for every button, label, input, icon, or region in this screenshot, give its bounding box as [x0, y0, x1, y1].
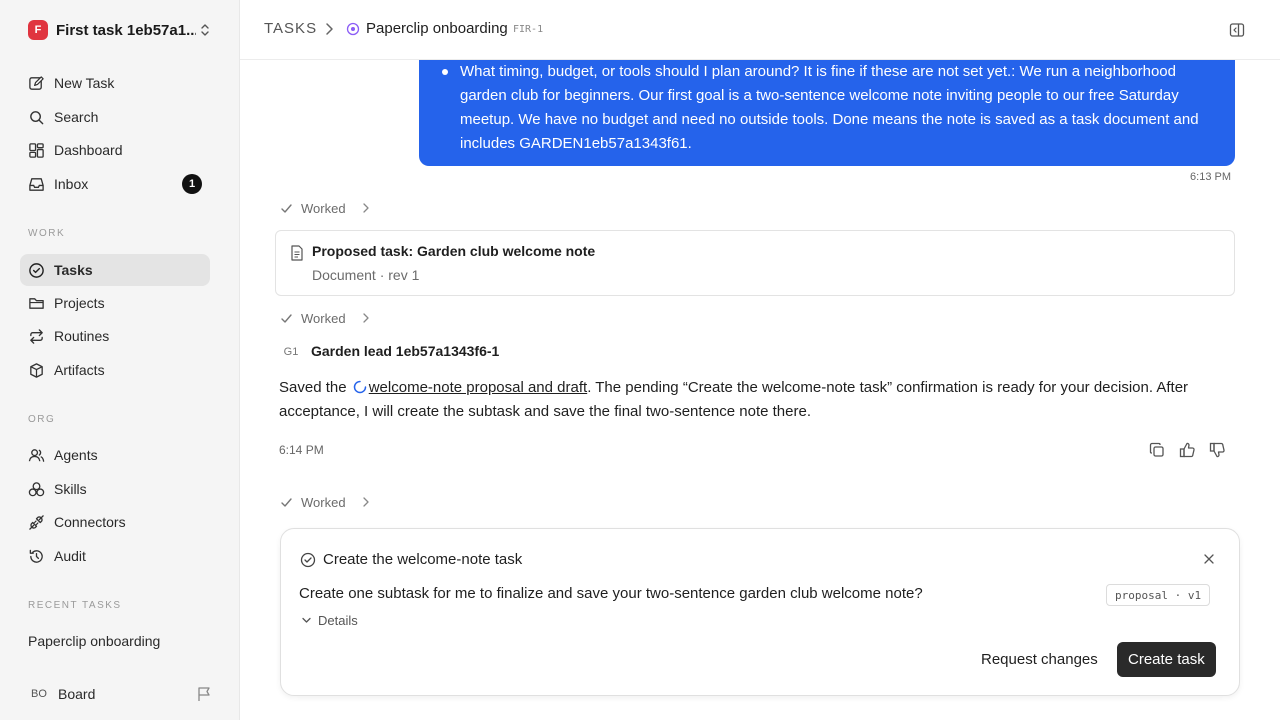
tasks-icon — [29, 262, 44, 278]
document-subtitle: Document · rev 1 — [312, 267, 420, 283]
worked-label: Worked — [301, 494, 346, 510]
new-task-icon — [29, 75, 44, 90]
sidebar-item-projects[interactable]: Projects — [20, 287, 210, 319]
sidebar: F First task 1eb57a1... New Task Search … — [0, 0, 240, 720]
sidebar-item-dashboard[interactable]: Dashboard — [20, 134, 210, 166]
document-card[interactable]: Proposed task: Garden club welcome note … — [275, 230, 1235, 296]
breadcrumb-tasks[interactable]: TASKS — [264, 20, 317, 37]
board-name: Board — [58, 686, 96, 702]
proposal-link[interactable]: welcome-note proposal and draft — [369, 379, 587, 396]
details-label: Details — [318, 613, 358, 628]
request-changes-button[interactable]: Request changes — [971, 642, 1108, 677]
workspace-logo: F — [28, 20, 48, 40]
worked-toggle[interactable]: Worked — [280, 200, 370, 216]
sidebar-item-new-task[interactable]: New Task — [20, 67, 210, 99]
thumbs-down-icon[interactable] — [1209, 442, 1225, 458]
check-icon — [281, 497, 292, 507]
confirmation-question: Create one subtask for me to finalize an… — [299, 585, 923, 602]
worked-label: Worked — [301, 310, 346, 326]
confirmation-card: Create the welcome-note task Create one … — [280, 528, 1240, 696]
workspace-name: First task 1eb57a1... — [56, 21, 196, 39]
copy-icon[interactable] — [1149, 442, 1165, 458]
section-label-org: ORG — [28, 414, 56, 425]
sidebar-item-label: Routines — [54, 328, 110, 344]
details-toggle[interactable]: Details — [301, 613, 358, 628]
chevron-right-icon — [326, 23, 333, 35]
search-icon — [30, 110, 44, 124]
chevron-right-icon — [362, 203, 369, 213]
toggle-panel-icon[interactable] — [1229, 22, 1245, 38]
flag-icon[interactable] — [196, 686, 212, 702]
header: TASKS Paperclip onboarding FIR-1 — [240, 0, 1280, 60]
sidebar-item-connectors[interactable]: Connectors — [20, 506, 210, 538]
users-icon — [28, 448, 45, 462]
page-title: Paperclip onboarding — [366, 20, 508, 37]
task-key: FIR-1 — [513, 24, 544, 35]
sidebar-item-audit[interactable]: Audit — [20, 540, 210, 572]
sidebar-item-label: Projects — [54, 295, 105, 311]
agent-avatar: G1 — [283, 346, 299, 358]
agent-message: Saved the welcome-note proposal and draf… — [279, 376, 1239, 424]
box-icon — [30, 362, 43, 378]
sidebar-item-skills[interactable]: Skills — [20, 473, 210, 505]
sidebar-item-label: Dashboard — [54, 142, 123, 158]
close-icon[interactable] — [1203, 553, 1215, 565]
proposal-version-tag: proposal · v1 — [1106, 584, 1211, 606]
document-icon — [291, 245, 303, 261]
plug-icon — [29, 514, 44, 530]
chevron-right-icon — [362, 313, 369, 323]
sidebar-item-search[interactable]: Search — [20, 101, 210, 133]
sidebar-item-label: Connectors — [54, 514, 126, 530]
workspace-switcher[interactable]: F First task 1eb57a1... — [28, 19, 212, 41]
create-task-button[interactable]: Create task — [1117, 642, 1216, 677]
loading-spinner-icon — [353, 380, 366, 394]
sidebar-item-label: Tasks — [54, 262, 93, 278]
sidebar-item-label: Skills — [54, 481, 87, 497]
message-timestamp: 6:14 PM — [279, 443, 324, 457]
message-timestamp: 6:13 PM — [1190, 171, 1231, 183]
inbox-count-badge: 1 — [182, 174, 202, 194]
check-icon — [281, 203, 292, 213]
user-message-text: What timing, budget, or tools should I p… — [442, 60, 1219, 156]
inbox-icon — [29, 177, 44, 191]
sidebar-item-label: Artifacts — [54, 362, 105, 378]
skills-icon — [28, 481, 45, 496]
section-label-recent: RECENT TASKS — [28, 600, 122, 611]
sidebar-item-label: Agents — [54, 447, 98, 463]
status-circle-icon — [346, 22, 360, 36]
recent-task-item[interactable]: Paperclip onboarding — [28, 633, 160, 649]
repeat-icon — [30, 328, 43, 344]
sidebar-item-agents[interactable]: Agents — [20, 439, 210, 471]
board-user[interactable]: BO Board — [28, 683, 212, 705]
thumbs-up-icon[interactable] — [1179, 442, 1195, 458]
history-icon — [29, 549, 43, 563]
check-circle-icon — [300, 552, 316, 568]
confirmation-title: Create the welcome-note task — [323, 551, 523, 568]
agent-name: Garden lead 1eb57a1343f6-1 — [311, 343, 500, 359]
sidebar-item-label: New Task — [54, 75, 115, 91]
check-icon — [281, 313, 292, 323]
folder-icon — [29, 297, 44, 309]
chevron-right-icon — [362, 497, 369, 507]
sidebar-item-tasks[interactable]: Tasks — [20, 254, 210, 286]
sidebar-item-label: Search — [54, 109, 99, 125]
user-message-bubble: What timing, budget, or tools should I p… — [419, 60, 1235, 166]
worked-label: Worked — [301, 200, 346, 216]
chevron-up-down-icon — [201, 24, 209, 36]
chevron-down-icon — [302, 617, 311, 623]
dashboard-icon — [29, 142, 44, 158]
agent-message-text: Saved the — [279, 379, 351, 396]
worked-toggle[interactable]: Worked — [280, 494, 370, 510]
document-title: Proposed task: Garden club welcome note — [312, 243, 596, 259]
avatar: BO — [31, 688, 47, 700]
sidebar-item-inbox[interactable]: Inbox 1 — [20, 168, 210, 200]
sidebar-item-label: Audit — [54, 548, 86, 564]
sidebar-item-routines[interactable]: Routines — [20, 320, 210, 352]
worked-toggle[interactable]: Worked — [280, 310, 370, 326]
sidebar-item-label: Inbox — [54, 176, 89, 192]
section-label-work: WORK — [28, 228, 66, 239]
sidebar-item-artifacts[interactable]: Artifacts — [20, 354, 210, 386]
